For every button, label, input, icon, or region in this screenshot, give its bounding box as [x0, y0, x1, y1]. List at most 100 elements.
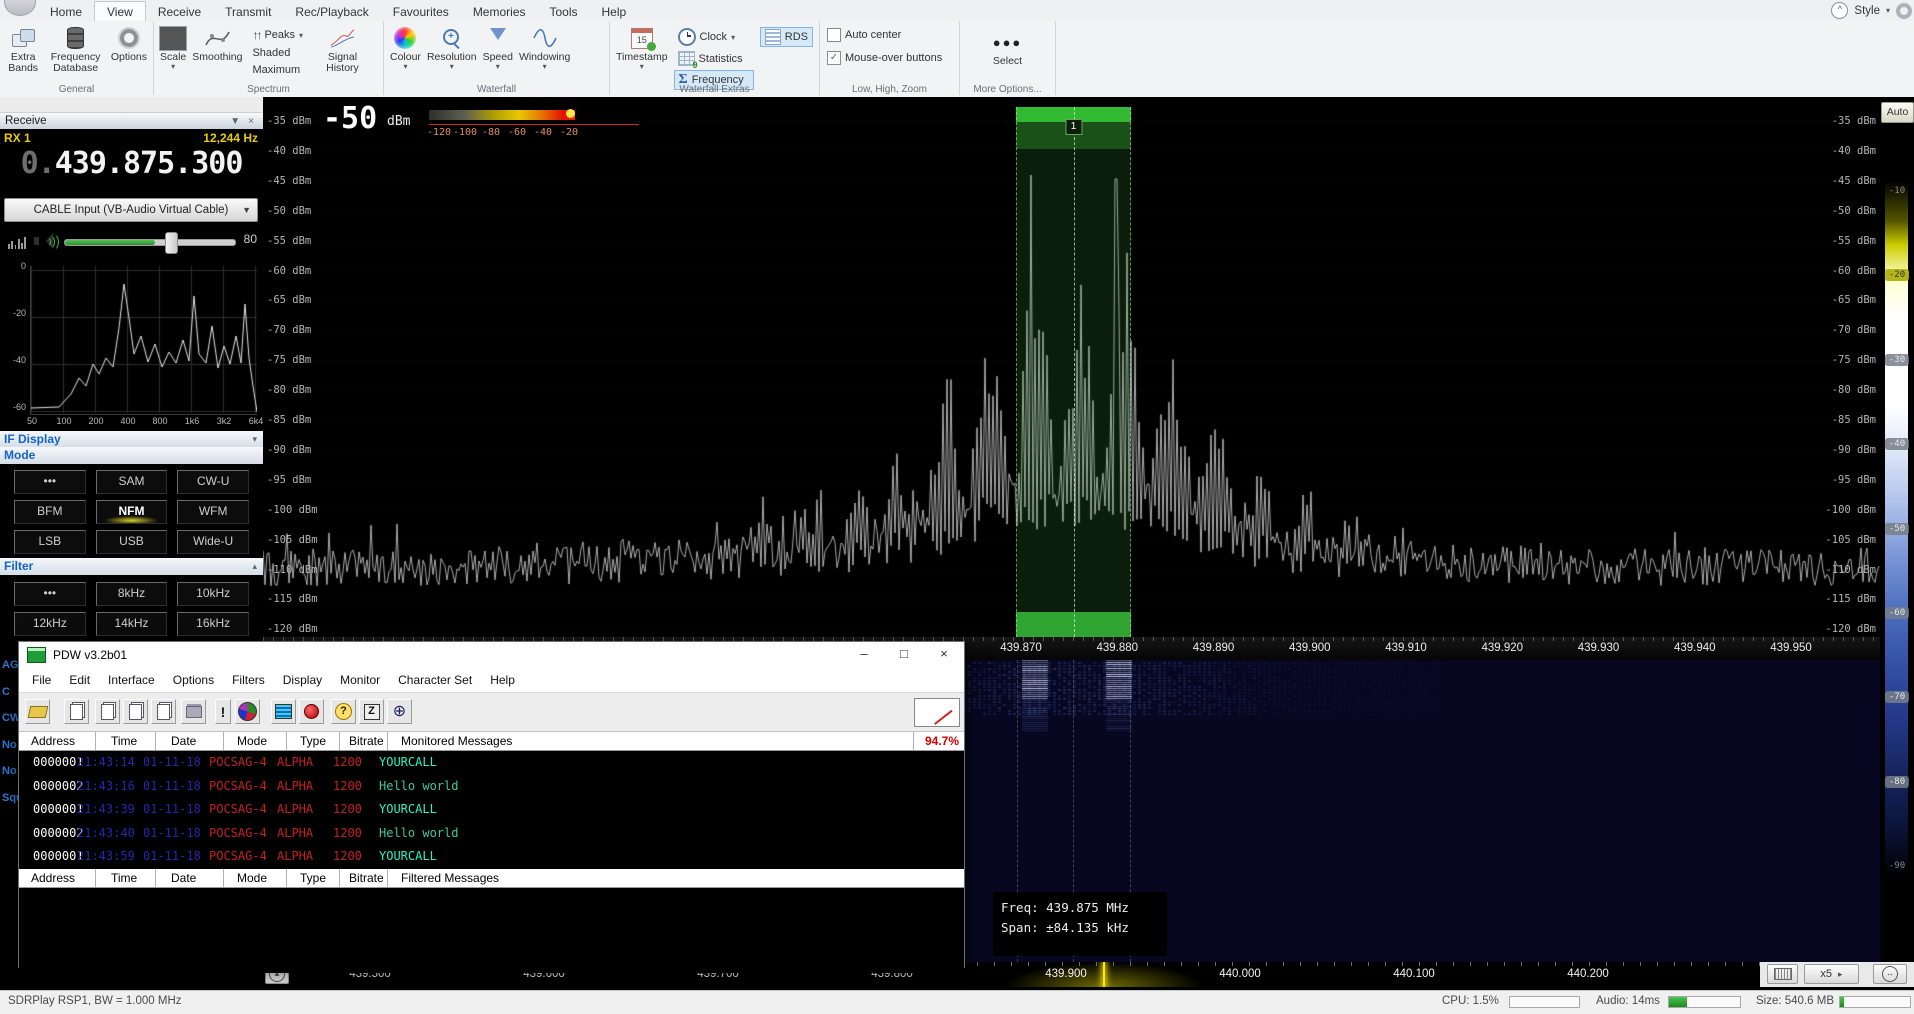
level-bars-icon[interactable]: [8, 233, 26, 249]
ribbon-tab[interactable]: Tools: [538, 2, 590, 21]
message-row[interactable]: 0000001 21:43:39 01-11-18 POCSAG-4 ALPHA…: [19, 798, 964, 822]
statistics-button[interactable]: [235, 699, 260, 724]
open-file-button[interactable]: [25, 699, 50, 724]
col-date[interactable]: Date: [171, 734, 196, 748]
mode-button[interactable]: SAM: [96, 470, 168, 494]
monitored-header-row[interactable]: Address Time Date Mode Type Bitrate Moni…: [19, 732, 964, 751]
col-filtered-messages[interactable]: Filtered Messages: [401, 871, 499, 885]
maximum-button[interactable]: Maximum: [248, 63, 314, 77]
mode-button[interactable]: WFM: [177, 500, 249, 524]
timestamp-button[interactable]: 15 Timestamp ▾: [613, 25, 671, 71]
log-button-3[interactable]: [123, 699, 148, 724]
help-button[interactable]: ?: [331, 699, 356, 724]
pdw-menu-item[interactable]: Edit: [60, 673, 99, 687]
rds-toggle[interactable]: RDS: [760, 27, 813, 47]
ribbon-tab[interactable]: View: [94, 1, 146, 21]
record-toggle[interactable]: [299, 699, 324, 724]
pdw-menu-item[interactable]: Display: [274, 673, 331, 687]
audio-input-select[interactable]: CABLE Input (VB-Audio Virtual Cable) ▼: [4, 198, 258, 222]
alert-button[interactable]: !: [215, 699, 231, 724]
options-button[interactable]: Options: [108, 25, 150, 64]
volume-slider[interactable]: [64, 239, 236, 246]
message-row[interactable]: 0000002 21:43:40 01-11-18 POCSAG-4 ALPHA…: [19, 822, 964, 846]
settings-gear-icon[interactable]: [1896, 3, 1912, 19]
monitor-toggle[interactable]: [271, 699, 296, 724]
message-row[interactable]: 0000001 21:43:14 01-11-18 POCSAG-4 ALPHA…: [19, 751, 964, 775]
ribbon-tab[interactable]: Help: [590, 2, 639, 21]
tuning-bandwidth-zone[interactable]: 1: [1016, 107, 1131, 637]
filter-button[interactable]: 14kHz: [96, 612, 168, 636]
mode-button[interactable]: Wide-U: [177, 530, 249, 554]
mode-button[interactable]: BFM: [14, 500, 86, 524]
mode-button[interactable]: CW-U: [177, 470, 249, 494]
filter-button[interactable]: 8kHz: [96, 582, 168, 606]
filter-header[interactable]: Filter ▴: [0, 558, 263, 575]
pdw-menu-item[interactable]: Filters: [223, 673, 274, 687]
mode-button[interactable]: •••: [14, 470, 86, 494]
pdw-title-bar[interactable]: PDW v3.2b01 – □ ×: [19, 642, 964, 668]
web-button[interactable]: ⊕: [387, 699, 412, 724]
colour-button[interactable]: Colour ▾: [387, 25, 424, 71]
windowing-button[interactable]: Windowing ▾: [516, 25, 573, 71]
tuned-frequency[interactable]: 0.439.875.300: [0, 146, 263, 181]
filtered-header-row[interactable]: Address Time Date Mode Type Bitrate Filt…: [19, 869, 964, 888]
mouse-over-buttons-checkbox[interactable]: ✓ Mouse-over buttons: [823, 50, 956, 66]
pdw-menu-item[interactable]: Help: [481, 673, 524, 687]
select-button[interactable]: ●●● Select: [990, 29, 1025, 68]
mode-button[interactable]: LSB: [14, 530, 86, 554]
zoom-factor-button[interactable]: x5 ▸: [1804, 964, 1859, 984]
ribbon-tab[interactable]: Home: [38, 2, 94, 21]
ribbon-tab[interactable]: Favourites: [381, 2, 461, 21]
frequency-database-button[interactable]: Frequency Database: [43, 25, 107, 75]
style-menu[interactable]: Style: [1854, 5, 1880, 17]
resolution-button[interactable]: + Resolution ▾: [424, 25, 480, 71]
peaks-button[interactable]: ↑↑ Peaks ▾: [248, 27, 314, 43]
filter-button[interactable]: 12kHz: [14, 612, 86, 636]
ribbon-tab[interactable]: Memories: [461, 2, 538, 21]
col-mode[interactable]: Mode: [237, 734, 267, 748]
col-type[interactable]: Type: [300, 734, 326, 748]
col-messages[interactable]: Monitored Messages: [401, 734, 512, 748]
auto-range-button[interactable]: Auto: [1881, 102, 1914, 123]
collapse-ribbon-icon[interactable]: ^: [1831, 2, 1848, 19]
mode-button[interactable]: NFM: [96, 500, 168, 524]
mode-button[interactable]: USB: [96, 530, 168, 554]
col-time[interactable]: Time: [111, 734, 137, 748]
palette-marker-dot[interactable]: [566, 109, 575, 118]
close-button[interactable]: ×: [924, 642, 964, 668]
pdw-menu-item[interactable]: Options: [164, 673, 223, 687]
shaded-button[interactable]: Shaded: [248, 46, 314, 60]
clock-button[interactable]: Clock ▾: [674, 27, 754, 47]
statistics-button[interactable]: Statistics: [674, 50, 754, 67]
panel-collapse-icon[interactable]: ▼: [226, 116, 244, 127]
log-button-2[interactable]: [95, 699, 120, 724]
if-display-header[interactable]: IF Display ▾: [0, 431, 263, 448]
col-address[interactable]: Address: [31, 734, 75, 748]
panel-close-icon[interactable]: ×: [244, 116, 258, 127]
pdw-menu-item[interactable]: Monitor: [331, 673, 389, 687]
volume-slider-handle[interactable]: [165, 232, 178, 254]
section-caret-icon[interactable]: ▴: [252, 559, 257, 574]
ribbon-tab[interactable]: Rec/Playback: [283, 2, 380, 21]
filter-button[interactable]: •••: [14, 582, 86, 606]
signal-history-button[interactable]: Signal History: [317, 25, 367, 75]
maximize-button[interactable]: □: [884, 642, 924, 668]
filter-button[interactable]: 16kHz: [177, 612, 249, 636]
print-button[interactable]: [181, 699, 206, 724]
speed-button[interactable]: Speed ▾: [480, 25, 516, 71]
ribbon-tab[interactable]: Receive: [146, 2, 213, 21]
section-caret-icon[interactable]: ▾: [252, 432, 257, 447]
extra-bands-button[interactable]: Extra Bands: [3, 25, 43, 75]
scale-button[interactable]: Scale ▾: [157, 25, 189, 71]
save-log-button[interactable]: [151, 699, 176, 724]
smoothing-button[interactable]: Smoothing: [189, 25, 245, 64]
speaker-icon[interactable]: [34, 232, 56, 250]
message-row[interactable]: 0000002 21:43:16 01-11-18 POCSAG-4 ALPHA…: [19, 775, 964, 799]
pdw-menu-item[interactable]: Character Set: [389, 673, 481, 687]
spectrum-display[interactable]: -35 dBm-40 dBm-45 dBm-50 dBm-55 dBm-60 d…: [263, 97, 1880, 637]
message-row[interactable]: 0000001 21:43:59 01-11-18 POCSAG-4 ALPHA…: [19, 845, 964, 869]
pdw-window[interactable]: PDW v3.2b01 – □ × FileEditInterfaceOptio…: [18, 641, 965, 968]
ribbon-tab[interactable]: Transmit: [213, 2, 283, 21]
pan-button[interactable]: ↔: [1873, 964, 1907, 984]
auto-center-checkbox[interactable]: Auto center: [823, 27, 956, 43]
